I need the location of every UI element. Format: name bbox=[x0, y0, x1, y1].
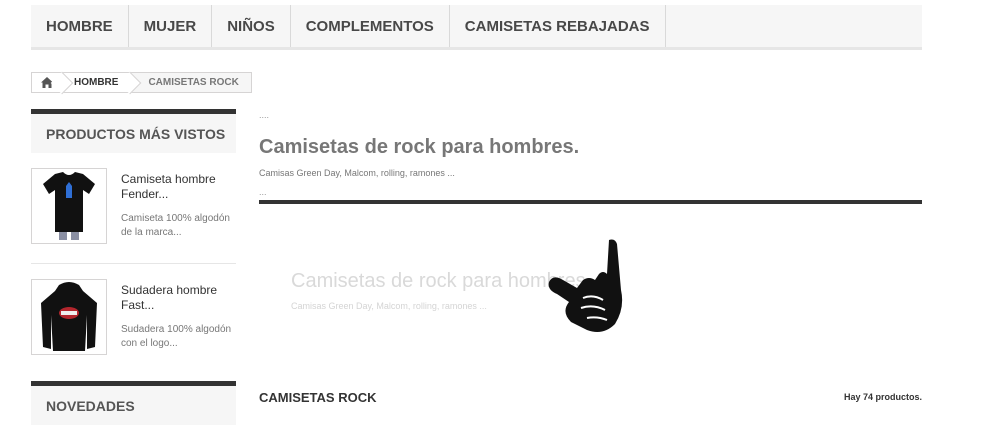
product-name-fender[interactable]: Camiseta hombre Fender... bbox=[121, 172, 236, 202]
menu-item-ninos[interactable]: NIÑOS bbox=[212, 5, 291, 47]
divider bbox=[259, 200, 922, 204]
product-image-fender-tshirt[interactable] bbox=[31, 168, 107, 244]
breadcrumb: HOMBRE CAMISETAS ROCK bbox=[31, 72, 252, 93]
hoodie-image bbox=[41, 282, 97, 351]
news-title[interactable]: NOVEDADES bbox=[31, 381, 236, 425]
category-desc-dots-bottom: ... bbox=[259, 187, 267, 197]
menu-item-mujer[interactable]: MUJER bbox=[129, 5, 213, 47]
most-viewed-title[interactable]: PRODUCTOS MÁS VISTOS bbox=[31, 109, 236, 153]
side-product-item: Camiseta hombre Fender... Camiseta 100% … bbox=[31, 168, 236, 258]
product-count: Hay 74 productos. bbox=[843, 392, 922, 402]
rock-hand-icon bbox=[548, 239, 623, 332]
tshirt-image bbox=[43, 172, 95, 240]
menu-item-camisetas-rebajadas[interactable]: CAMISETAS REBAJADAS bbox=[450, 5, 666, 47]
product-name-fast[interactable]: Sudadera hombre Fast... bbox=[121, 283, 236, 313]
main-menu: HOMBRE MUJER NIÑOS COMPLEMENTOS CAMISETA… bbox=[31, 5, 922, 50]
menu-item-hombre[interactable]: HOMBRE bbox=[31, 5, 129, 47]
product-image-fast-hoodie[interactable] bbox=[31, 279, 107, 355]
banner-subtitle: Camisas Green Day, Malcom, rolling, ramo… bbox=[291, 301, 487, 311]
product-desc-fast: Sudadera 100% algodón con el logo... bbox=[121, 324, 232, 349]
category-heading: CAMISETAS ROCK bbox=[259, 390, 377, 405]
breadcrumb-home[interactable] bbox=[32, 73, 62, 92]
category-banner: Camisetas de rock para hombres. Camisas … bbox=[259, 230, 922, 340]
menu-item-complementos[interactable]: COMPLEMENTOS bbox=[291, 5, 450, 47]
category-desc-dots-top: .... bbox=[259, 110, 270, 120]
category-title: Camisetas de rock para hombres. bbox=[259, 136, 580, 158]
side-product-item: Sudadera hombre Fast... Sudadera 100% al… bbox=[31, 279, 236, 369]
divider bbox=[31, 263, 236, 264]
breadcrumb-current: CAMISETAS ROCK bbox=[130, 73, 251, 92]
product-desc-fender: Camiseta 100% algodón de la marca... bbox=[121, 213, 230, 238]
home-icon bbox=[41, 77, 53, 88]
category-subtitle: Camisas Green Day, Malcom, rolling, ramo… bbox=[259, 168, 455, 178]
